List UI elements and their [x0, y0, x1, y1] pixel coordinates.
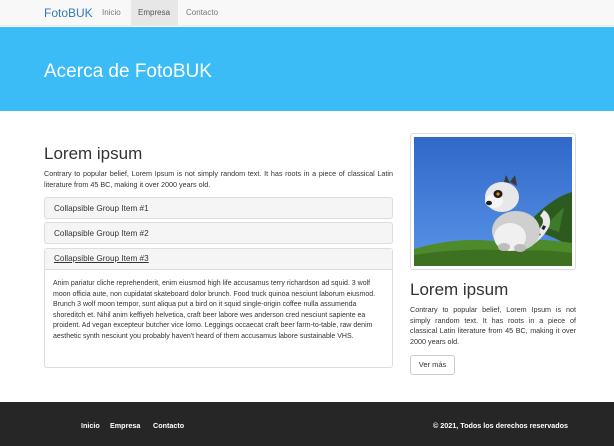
- nav-contacto[interactable]: Contacto: [178, 0, 228, 26]
- copyright-text: © 2021, Todos los derechos reservados: [433, 421, 568, 430]
- hero-banner: Acerca de FotoBUK: [0, 27, 614, 111]
- footer-link-contacto[interactable]: Contacto: [153, 421, 184, 430]
- main-intro: Contrary to popular belief, Lorem Ipsum …: [44, 169, 393, 189]
- footer-link-inicio[interactable]: Inicio: [81, 421, 100, 430]
- nav-empresa[interactable]: Empresa: [131, 0, 178, 26]
- page-title: Acerca de FotoBUK: [44, 61, 212, 82]
- accordion-title-2[interactable]: Collapsible Group Item #2: [54, 229, 149, 238]
- navbar: FotoBUK Inicio Empresa Contacto: [0, 0, 614, 26]
- lemur-photo: [414, 137, 572, 266]
- accordion-item-3: Collapsible Group Item #3 Anim pariatur …: [44, 248, 393, 368]
- footer: Inicio Empresa Contacto © 2021, Todos lo…: [0, 402, 614, 446]
- accordion-body: Anim pariatur cliche reprehenderit, enim…: [53, 280, 376, 340]
- accordion-item-2[interactable]: Collapsible Group Item #2: [44, 222, 393, 244]
- accordion-item-1[interactable]: Collapsible Group Item #1: [44, 197, 393, 219]
- lemur-thumbnail: [410, 133, 576, 270]
- footer-link-empresa[interactable]: Empresa: [110, 421, 140, 430]
- nav-inicio[interactable]: Inicio: [96, 0, 130, 26]
- sidebar-text: Contrary to popular belief, Lorem Ipsum …: [410, 305, 576, 346]
- accordion-header-3[interactable]: Collapsible Group Item #3: [45, 249, 392, 270]
- main-heading: Lorem ipsum: [44, 144, 143, 163]
- sidebar-heading: Lorem ipsum: [410, 280, 509, 299]
- ver-mas-button[interactable]: Ver más: [410, 355, 455, 375]
- brand-logo[interactable]: FotoBUK: [44, 6, 93, 20]
- accordion-title-3[interactable]: Collapsible Group Item #3: [54, 254, 149, 263]
- accordion-title-1[interactable]: Collapsible Group Item #1: [54, 204, 149, 213]
